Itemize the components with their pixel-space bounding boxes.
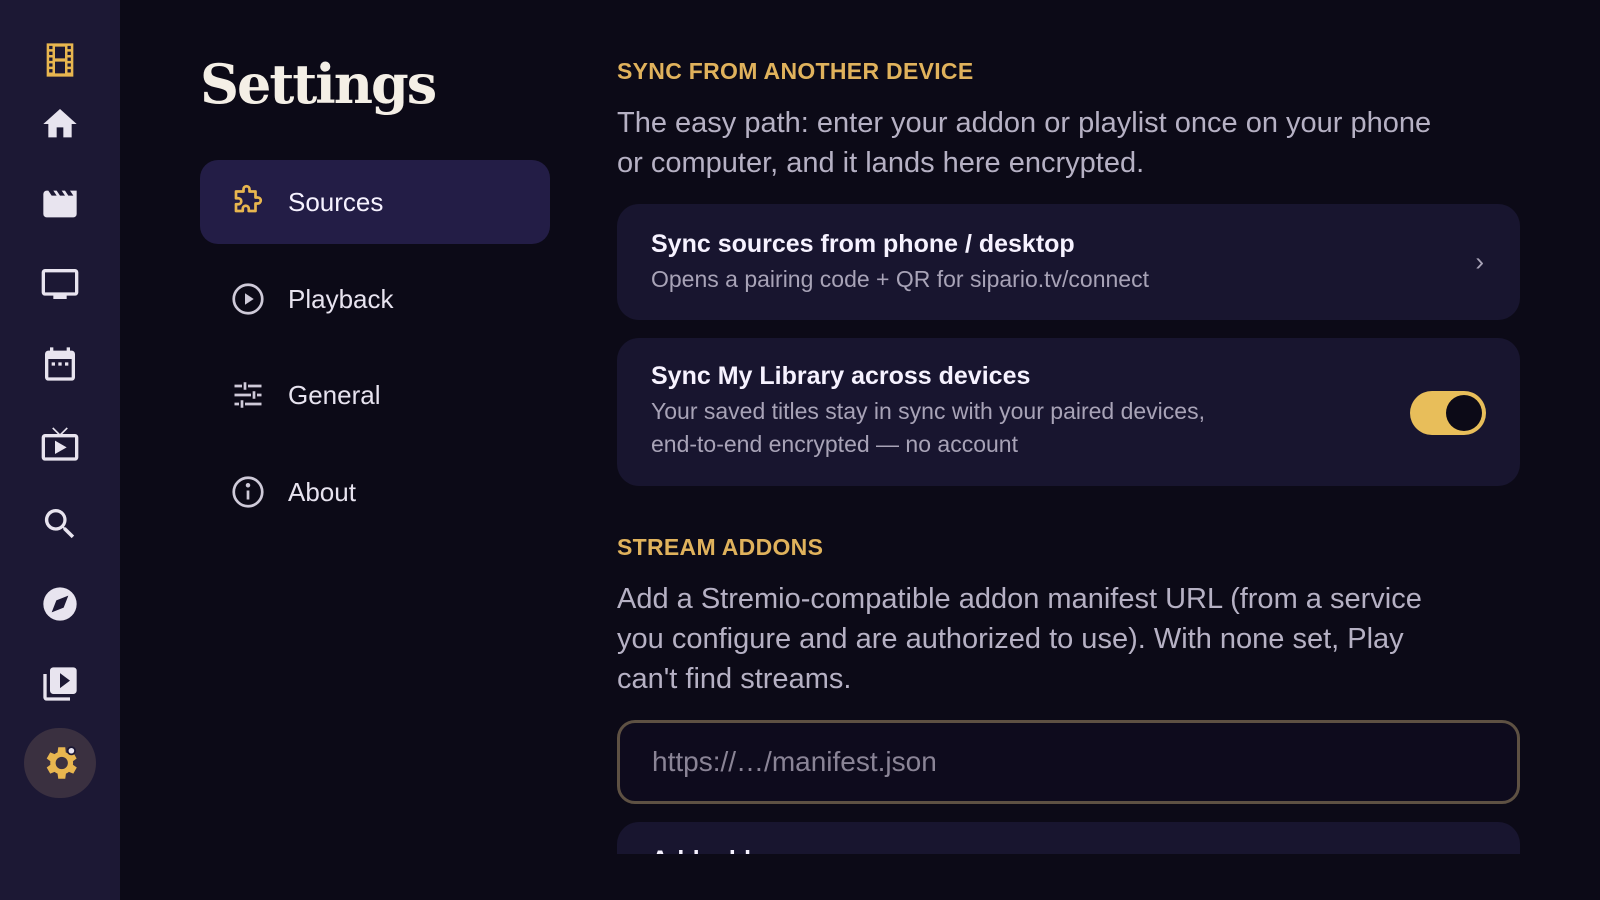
video-library-icon [43, 667, 77, 701]
menu-label-general: General [288, 379, 381, 410]
menu-label-playback: Playback [288, 283, 394, 314]
rail-library[interactable] [36, 660, 84, 708]
sync-sources-title: Sync sources from phone / desktop [651, 230, 1075, 258]
addons-section-description: Add a Stremio-compatible addon manifest … [617, 583, 1422, 695]
chevron-right-icon: › [1475, 246, 1484, 277]
toggle-knob [1446, 395, 1482, 431]
menu-item-playback[interactable]: Playback [200, 257, 550, 341]
sync-library-toggle[interactable] [1410, 391, 1486, 435]
sync-sources-card[interactable]: Sync sources from phone / desktop Opens … [617, 204, 1520, 320]
addons-section-heading: STREAM ADDONS [617, 534, 824, 560]
sync-section-heading: SYNC FROM ANOTHER DEVICE [617, 58, 974, 84]
live-tv-icon [41, 427, 79, 461]
sync-library-subtitle-line1: Your saved titles stay in sync with your… [651, 398, 1205, 424]
puzzle-piece-icon [234, 184, 263, 213]
menu-label-about: About [288, 476, 356, 507]
rail-calendar[interactable] [36, 340, 84, 388]
compass-icon [43, 587, 77, 621]
rail-home[interactable] [36, 100, 84, 148]
film-strip-icon [36, 36, 84, 84]
add-addon-label: Add addon [651, 846, 782, 854]
rail-movies[interactable] [36, 180, 84, 228]
menu-item-general[interactable]: General [200, 353, 550, 437]
calendar-icon [45, 347, 75, 381]
search-icon [44, 509, 75, 539]
sync-library-title: Sync My Library across devices [651, 362, 1031, 390]
nav-rail [0, 0, 120, 900]
sliders-icon [234, 382, 262, 408]
menu-item-sources[interactable]: Sources [200, 160, 550, 244]
rail-tv[interactable] [36, 260, 84, 308]
sync-section-description: The easy path: enter your addon or playl… [617, 107, 1432, 179]
manifest-url-input[interactable] [617, 720, 1520, 804]
add-addon-button[interactable]: Add addon [617, 822, 1520, 854]
sync-library-card[interactable]: Sync My Library across devices Your save… [617, 338, 1520, 486]
play-circle-icon [232, 283, 264, 315]
home-icon [43, 109, 77, 138]
rail-discover[interactable] [36, 580, 84, 628]
rail-settings[interactable] [24, 728, 96, 798]
tv-monitor-icon [41, 269, 79, 299]
rail-live-tv[interactable] [36, 420, 84, 468]
info-circle-icon [232, 476, 264, 508]
settings-gear-icon [46, 746, 77, 779]
page-title: Settings [200, 52, 437, 116]
menu-label-sources: Sources [288, 186, 384, 217]
sync-library-subtitle-line2: end-to-end encrypted — no account [651, 431, 1018, 457]
movies-clapper-icon [43, 190, 77, 218]
sync-sources-subtitle: Opens a pairing code + QR for sipario.tv… [651, 266, 1149, 292]
menu-item-about[interactable]: About [200, 450, 550, 534]
rail-search[interactable] [36, 500, 84, 548]
